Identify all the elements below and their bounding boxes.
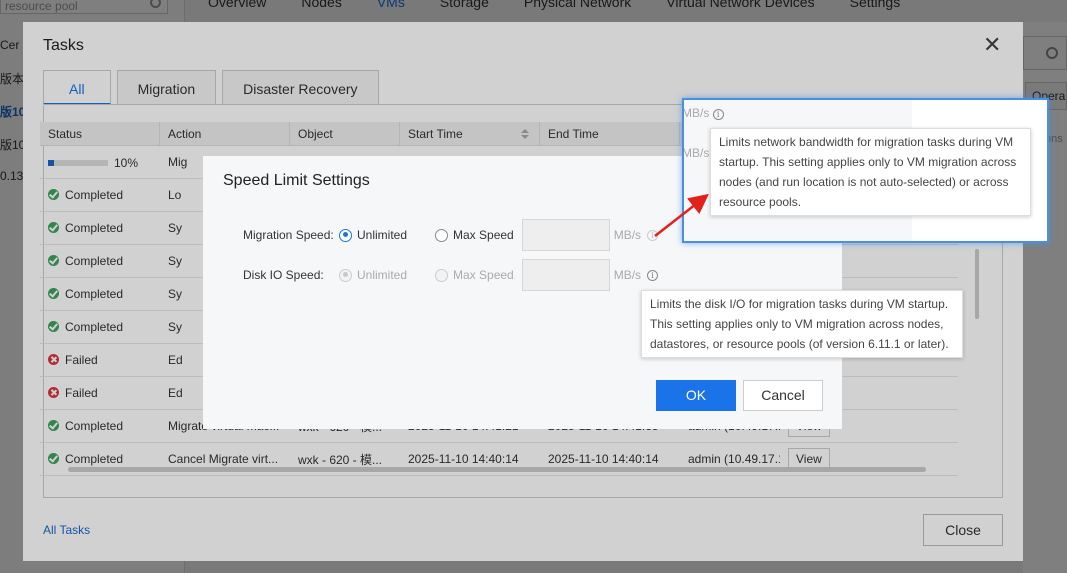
disk-io-max-speed-radio	[435, 268, 449, 282]
disk-io-speed-label: Disk IO Speed:	[243, 268, 324, 282]
zoom-unit-label: MB/s i	[682, 106, 724, 120]
migration-max-speed-radio[interactable]	[435, 228, 449, 242]
cancel-button[interactable]: Cancel	[743, 380, 823, 411]
migration-speed-label: Migration Speed:	[243, 228, 334, 242]
migration-speed-tooltip: Limits network bandwidth for migration t…	[710, 128, 1031, 216]
zoom-callout: MB/s i MB/s Limits network bandwidth for…	[682, 98, 1049, 243]
zoom-unit-label-mid: MB/s	[682, 146, 710, 160]
info-icon[interactable]: i	[712, 109, 724, 120]
disk-io-tooltip: Limits the disk I/O for migration tasks …	[641, 290, 963, 358]
disk-io-speed-row: Disk IO Speed: Unlimited Max Speed MB/s …	[243, 259, 659, 291]
disk-io-unlimited-label: Unlimited	[357, 268, 408, 282]
info-icon[interactable]: i	[647, 229, 659, 241]
disk-io-unit: MB/s	[613, 268, 642, 282]
migration-unlimited-radio[interactable]	[339, 228, 352, 242]
migration-unit: MB/s	[613, 228, 642, 242]
ok-button[interactable]: OK	[656, 380, 736, 411]
info-icon[interactable]: i	[647, 269, 659, 281]
migration-speed-row: Migration Speed: Unlimited Max Speed MB/…	[243, 219, 659, 251]
speed-dialog-title: Speed Limit Settings	[223, 172, 370, 189]
disk-io-max-speed-label: Max Speed	[453, 268, 514, 282]
migration-max-speed-label[interactable]: Max Speed	[453, 228, 514, 242]
disk-io-max-speed-input	[521, 259, 610, 291]
disk-io-unlimited-radio	[339, 268, 352, 282]
migration-max-speed-input[interactable]	[521, 219, 610, 251]
zoom-unit-text: MB/s	[682, 106, 710, 120]
migration-unlimited-label[interactable]: Unlimited	[357, 228, 407, 242]
